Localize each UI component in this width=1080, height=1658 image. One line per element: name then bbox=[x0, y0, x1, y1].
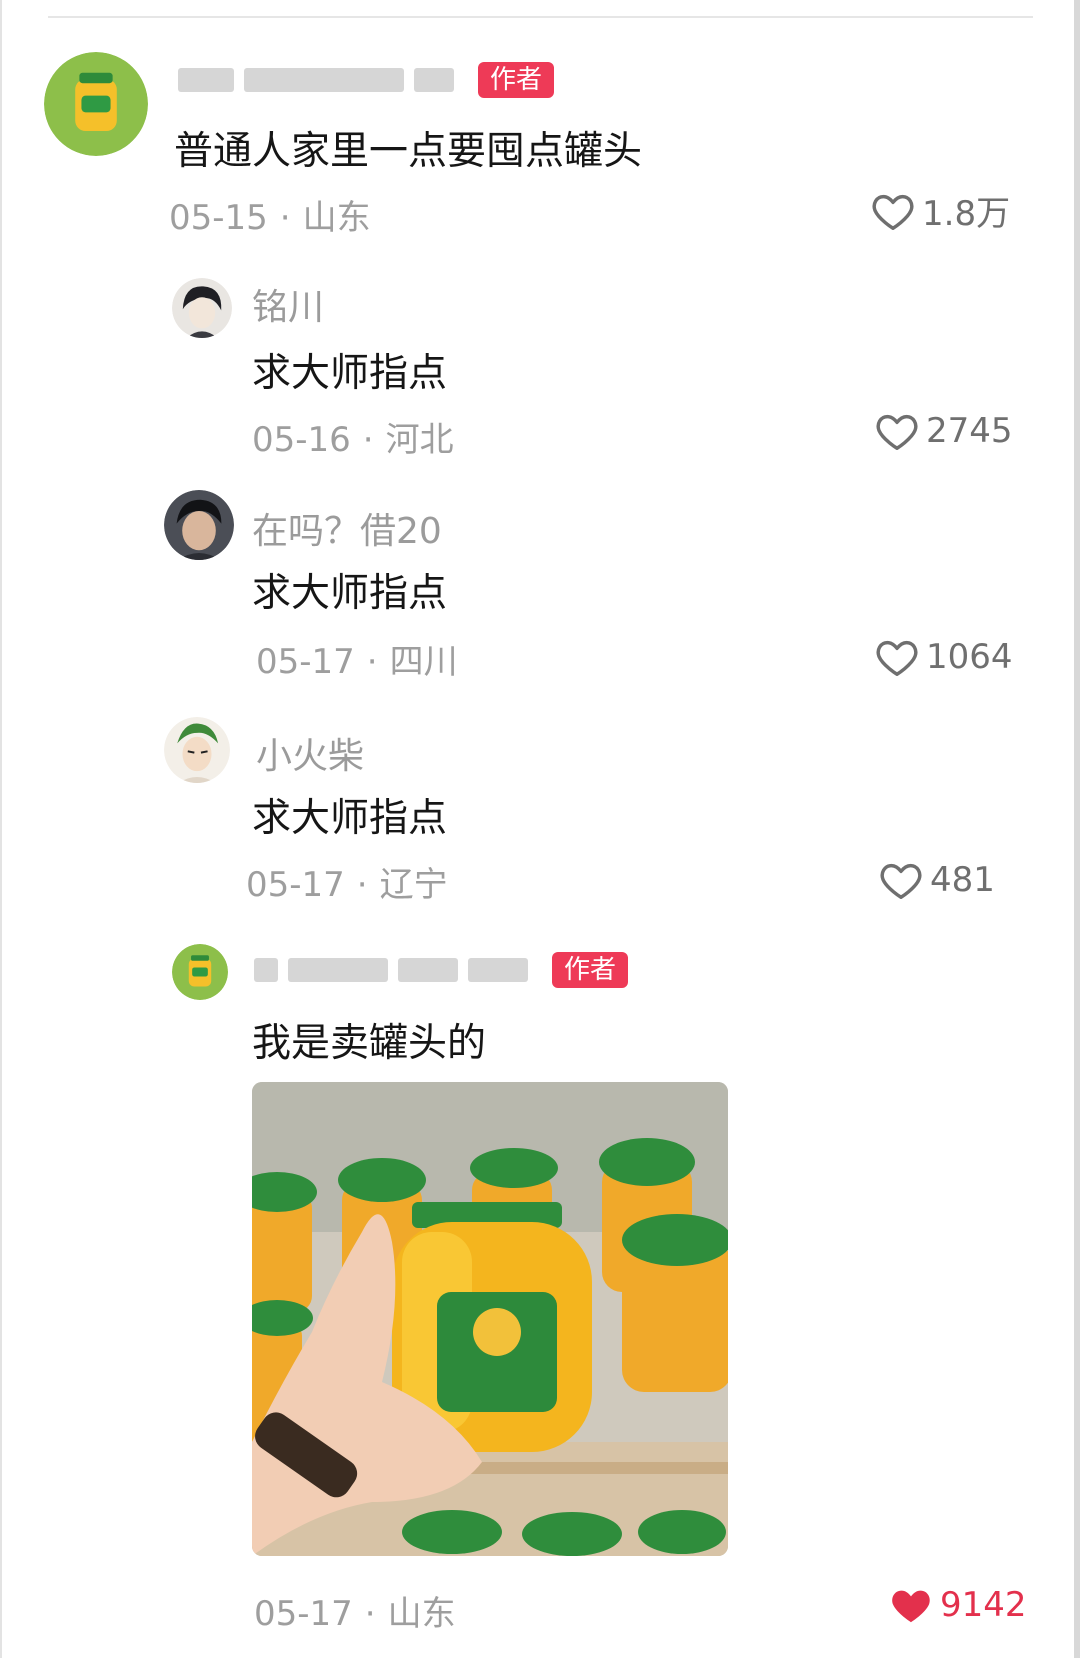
comment-text: 求大师指点 bbox=[252, 571, 448, 616]
heart-filled-icon bbox=[892, 1590, 930, 1623]
like-button[interactable]: 9142 bbox=[888, 1582, 1027, 1628]
comment-image[interactable] bbox=[252, 1082, 728, 1556]
meta-separator: · bbox=[356, 865, 368, 905]
author-avatar[interactable] bbox=[44, 52, 148, 156]
comment-location: 四川 bbox=[389, 642, 458, 682]
comment-meta: 05-15 · 山东 bbox=[169, 190, 371, 239]
heart-outline-icon bbox=[876, 640, 918, 676]
reply-item: 铭川 求大师指点 05-16 · 河北 2745 bbox=[0, 260, 1074, 480]
meta-separator: · bbox=[366, 642, 378, 682]
author-badge: 作者 bbox=[478, 62, 555, 98]
heart-outline-icon bbox=[872, 194, 914, 230]
meta-separator: · bbox=[362, 420, 374, 460]
meta-separator: · bbox=[279, 198, 291, 238]
heart-outline-icon bbox=[880, 863, 922, 899]
like-count: 2745 bbox=[926, 411, 1013, 451]
user-avatar[interactable] bbox=[164, 490, 234, 560]
comment-location: 山东 bbox=[302, 198, 371, 238]
user-avatar[interactable] bbox=[172, 278, 232, 338]
like-count: 1064 bbox=[926, 637, 1013, 677]
author-name-row: 作者 bbox=[178, 62, 555, 98]
comment-meta: 05-17 · 辽宁 bbox=[246, 857, 448, 906]
comment-location: 山东 bbox=[387, 1594, 456, 1634]
like-button[interactable]: 2745 bbox=[874, 408, 1013, 454]
blurred-username[interactable] bbox=[254, 955, 538, 985]
username[interactable]: 铭川 bbox=[252, 278, 324, 330]
like-count: 1.8万 bbox=[922, 194, 1011, 234]
comment-text: 求大师指点 bbox=[252, 351, 448, 396]
comment-location: 辽宁 bbox=[379, 865, 448, 905]
frame-edge-right bbox=[1074, 0, 1080, 1658]
comment-meta: 05-16 · 河北 bbox=[252, 412, 454, 461]
user-avatar[interactable] bbox=[164, 717, 230, 783]
username[interactable]: 在吗？借20 bbox=[252, 502, 442, 554]
author-avatar[interactable] bbox=[172, 944, 228, 1000]
comment-text: 求大师指点 bbox=[252, 796, 448, 841]
author-name-row: 作者 bbox=[254, 952, 629, 988]
comment-item: 作者 普通人家里一点要囤点罐头 05-15 · 山东 1.8万 bbox=[0, 0, 1074, 260]
like-button[interactable]: 481 bbox=[878, 857, 995, 903]
like-count: 9142 bbox=[940, 1585, 1027, 1625]
like-count: 481 bbox=[930, 860, 995, 900]
comment-text: 我是卖罐头的 bbox=[252, 1021, 487, 1066]
comment-meta: 05-17 · 四川 bbox=[256, 634, 458, 683]
comment-date: 05-15 bbox=[169, 198, 268, 238]
reply-item: 在吗？借20 求大师指点 05-17 · 四川 1064 bbox=[0, 480, 1074, 705]
heart-outline-icon bbox=[876, 414, 918, 450]
comment-date: 05-17 bbox=[246, 865, 345, 905]
comment-date: 05-17 bbox=[256, 642, 355, 682]
comment-date: 05-17 bbox=[254, 1594, 353, 1634]
like-button[interactable]: 1064 bbox=[874, 634, 1013, 680]
meta-separator: · bbox=[364, 1594, 376, 1634]
comment-text: 普通人家里一点要囤点罐头 bbox=[174, 129, 643, 174]
comment-meta: 05-17 · 山东 bbox=[254, 1586, 456, 1635]
username[interactable]: 小火柴 bbox=[256, 727, 364, 779]
comment-date: 05-16 bbox=[252, 420, 351, 460]
author-badge: 作者 bbox=[552, 952, 629, 988]
comment-location: 河北 bbox=[385, 420, 454, 460]
reply-item: 小火柴 求大师指点 05-17 · 辽宁 481 bbox=[0, 705, 1074, 930]
blurred-username[interactable] bbox=[178, 65, 464, 95]
like-button[interactable]: 1.8万 bbox=[870, 186, 1010, 235]
